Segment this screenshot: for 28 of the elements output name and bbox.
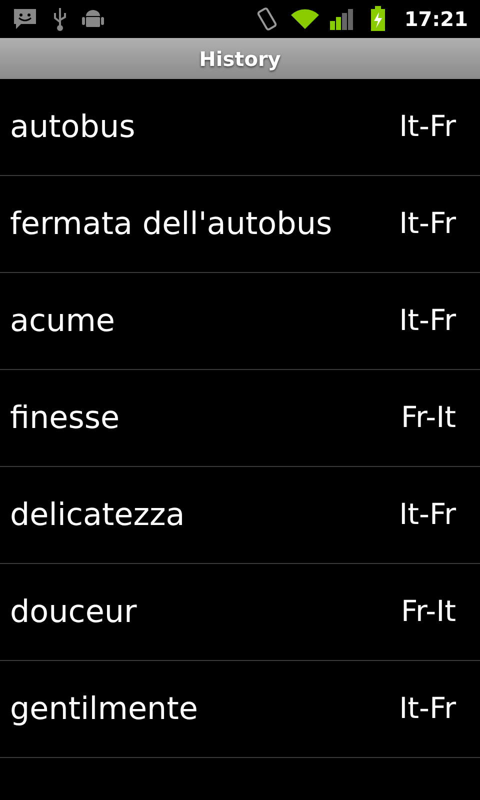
language-pair: It-Fr (399, 496, 456, 534)
history-item[interactable]: finesse Fr-It (0, 370, 480, 467)
signal-icon (330, 7, 354, 31)
chat-icon (12, 7, 38, 31)
word-text: douceur (10, 592, 138, 632)
word-text: delicatezza (10, 496, 186, 535)
history-item[interactable]: delicatezza It-Fr (0, 467, 480, 564)
language-pair: It-Fr (399, 205, 456, 242)
language-pair: Fr-It (400, 399, 456, 436)
battery-icon (370, 6, 386, 32)
word-text: autobus (10, 108, 136, 147)
usb-icon (52, 6, 68, 32)
history-item[interactable]: gentilmente It-Fr (0, 661, 480, 758)
history-item[interactable]: acume It-Fr (0, 273, 480, 370)
history-item[interactable]: fermata dell'autobus It-Fr (0, 176, 480, 273)
language-pair: It-Fr (399, 302, 456, 340)
screen-title: History (199, 46, 281, 72)
language-pair: Fr-It (400, 593, 456, 630)
clock: 17:21 (404, 6, 468, 33)
wifi-icon (290, 7, 320, 31)
word-text: finesse (10, 398, 121, 438)
language-pair: It-Fr (399, 690, 456, 728)
word-text: fermata dell'autobus (10, 204, 334, 244)
word-text: acume (10, 302, 116, 341)
language-pair: It-Fr (399, 108, 456, 146)
history-item[interactable]: douceur Fr-It (0, 564, 480, 661)
word-text: gentilmente (10, 690, 199, 729)
history-item[interactable]: autobus It-Fr (0, 79, 480, 176)
